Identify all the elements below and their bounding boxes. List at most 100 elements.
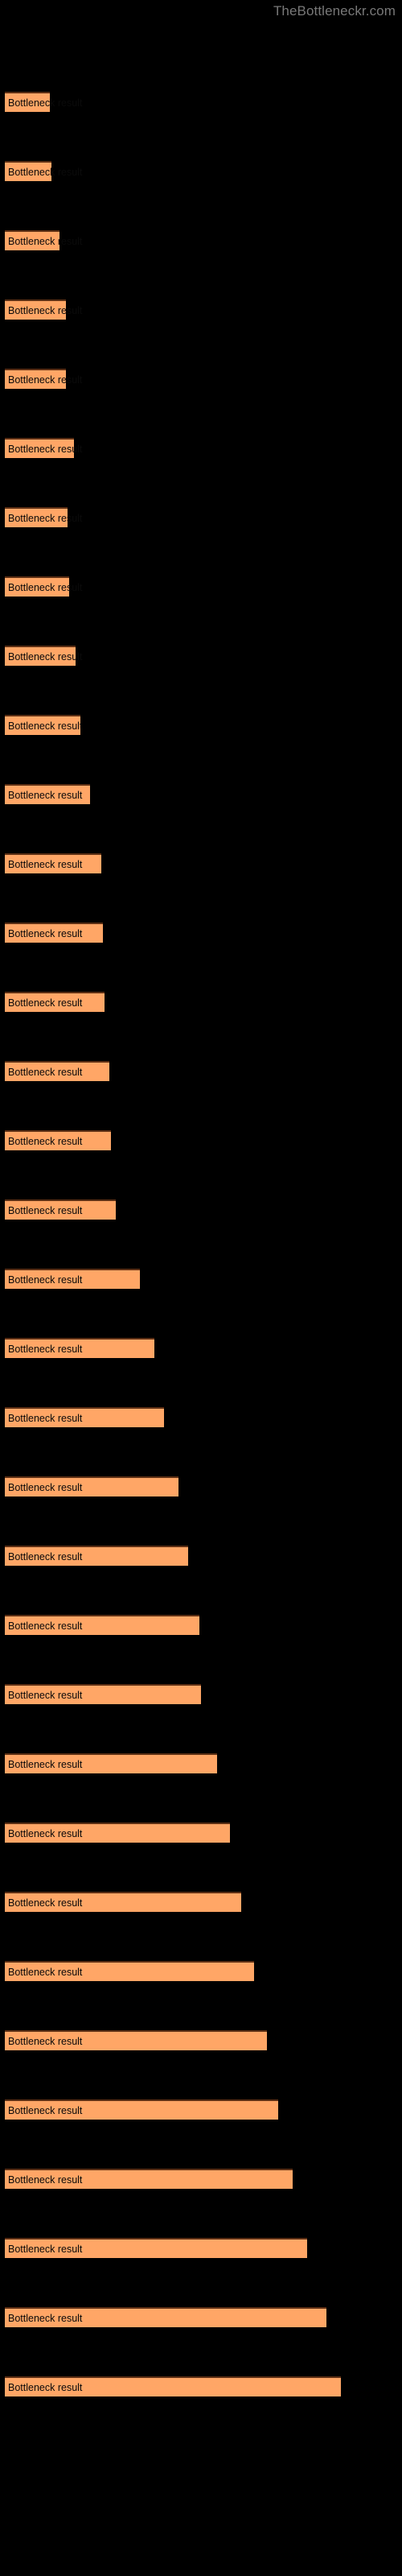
bar-row: Bottleneck result [0, 1130, 402, 1150]
bar-label: Bottleneck result [8, 235, 83, 247]
bar-row: Bottleneck result [0, 784, 402, 804]
bar-row: Bottleneck result [0, 1823, 402, 1843]
bar-label: Bottleneck result [8, 1135, 83, 1147]
chart-bar[interactable]: Bottleneck result [5, 853, 101, 873]
bar-label: Bottleneck result [8, 2312, 83, 2324]
chart-bar[interactable]: Bottleneck result [5, 1823, 230, 1843]
chart-bar[interactable]: Bottleneck result [5, 2169, 293, 2189]
chart-bar[interactable]: Bottleneck result [5, 1061, 109, 1081]
chart-bar[interactable]: Bottleneck result [5, 2307, 326, 2327]
chart-bar[interactable]: Bottleneck result [5, 1199, 116, 1220]
chart-bar[interactable]: Bottleneck result [5, 1407, 164, 1427]
chart-bar[interactable]: Bottleneck result [5, 715, 83, 735]
bar-row: Bottleneck result [0, 1546, 402, 1566]
bar-row: Bottleneck result [0, 1338, 402, 1358]
chart-bar[interactable]: Bottleneck result [5, 646, 82, 666]
bar-label: Bottleneck result [8, 2381, 83, 2393]
bar-label: Bottleneck result [8, 512, 83, 524]
bar-row: Bottleneck result [0, 230, 402, 250]
bar-row: Bottleneck result [0, 1892, 402, 1912]
bar-label: Bottleneck result [8, 1274, 83, 1286]
bar-row: Bottleneck result [0, 299, 402, 320]
bar-label: Bottleneck result [8, 1966, 83, 1978]
bar-row: Bottleneck result [0, 2238, 402, 2258]
bar-label: Bottleneck result [8, 374, 83, 386]
bar-label: Bottleneck result [8, 2104, 83, 2116]
chart-bar[interactable]: Bottleneck result [5, 1546, 188, 1566]
bar-label: Bottleneck result [8, 1481, 83, 1493]
bar-label: Bottleneck result [8, 927, 83, 939]
bar-label: Bottleneck result [8, 997, 83, 1009]
bar-row: Bottleneck result [0, 576, 402, 597]
chart-bar[interactable]: Bottleneck result [5, 2099, 278, 2120]
bar-row: Bottleneck result [0, 507, 402, 527]
chart-bar[interactable]: Bottleneck result [5, 784, 90, 804]
chart-bar[interactable]: Bottleneck result [5, 923, 103, 943]
chart-bar[interactable]: Bottleneck result [5, 1892, 241, 1912]
chart-bar[interactable]: Bottleneck result [5, 2238, 307, 2258]
bar-row: Bottleneck result [0, 161, 402, 181]
bar-row: Bottleneck result [0, 923, 402, 943]
chart-bar[interactable]: Bottleneck result [5, 1338, 154, 1358]
bar-row: Bottleneck result [0, 1476, 402, 1496]
bar-row: Bottleneck result [0, 2169, 402, 2189]
bar-row: Bottleneck result [0, 2376, 402, 2396]
bar-label: Bottleneck result [8, 2174, 83, 2186]
bar-row: Bottleneck result [0, 1684, 402, 1704]
bar-row: Bottleneck result [0, 92, 402, 112]
bottleneck-results-bar-chart: Bottleneck result Bottleneck result Bottle… [0, 0, 402, 2576]
chart-bar[interactable]: Bottleneck result [5, 992, 105, 1012]
bar-label: Bottleneck result [8, 304, 83, 316]
chart-bar[interactable]: Bottleneck result [5, 161, 82, 181]
bar-label: Bottleneck result [8, 858, 83, 870]
chart-bar[interactable]: Bottleneck result [5, 1130, 111, 1150]
bar-label: Bottleneck result [8, 1066, 83, 1078]
bar-row: Bottleneck result [0, 2099, 402, 2120]
bar-label: Bottleneck result [8, 1550, 83, 1563]
bar-row: Bottleneck result [0, 2307, 402, 2327]
chart-bar[interactable]: Bottleneck result [5, 92, 82, 112]
bar-label: Bottleneck result [8, 443, 83, 455]
bar-label: Bottleneck result [8, 2035, 83, 2047]
chart-bar[interactable]: Bottleneck result [5, 1476, 178, 1496]
bar-row: Bottleneck result [0, 1269, 402, 1289]
bar-label: Bottleneck result [8, 720, 83, 732]
chart-bar[interactable]: Bottleneck result [5, 369, 82, 389]
bar-label: Bottleneck result [8, 97, 83, 109]
chart-bar[interactable]: Bottleneck result [5, 2376, 341, 2396]
bar-row: Bottleneck result [0, 1615, 402, 1635]
chart-bar[interactable]: Bottleneck result [5, 1753, 217, 1773]
bar-label: Bottleneck result [8, 1758, 83, 1770]
bar-label: Bottleneck result [8, 1343, 83, 1355]
chart-bar[interactable]: Bottleneck result [5, 438, 82, 458]
bar-label: Bottleneck result [8, 581, 83, 593]
bar-label: Bottleneck result [8, 1689, 83, 1701]
bar-label: Bottleneck result [8, 1827, 83, 1839]
bar-row: Bottleneck result [0, 1407, 402, 1427]
bar-row: Bottleneck result [0, 1961, 402, 1981]
chart-bar[interactable]: Bottleneck result [5, 576, 82, 597]
bar-label: Bottleneck result [8, 1897, 83, 1909]
chart-bar[interactable]: Bottleneck result [5, 299, 82, 320]
bar-row: Bottleneck result [0, 438, 402, 458]
bar-label: Bottleneck result [8, 650, 83, 663]
bar-label: Bottleneck result [8, 2243, 83, 2255]
bar-row: Bottleneck result [0, 992, 402, 1012]
chart-bar[interactable]: Bottleneck result [5, 1684, 201, 1704]
chart-bar[interactable]: Bottleneck result [5, 507, 82, 527]
chart-bar[interactable]: Bottleneck result [5, 1269, 140, 1289]
bar-row: Bottleneck result [0, 1753, 402, 1773]
bar-row: Bottleneck result [0, 853, 402, 873]
bar-label: Bottleneck result [8, 166, 83, 178]
chart-bar[interactable]: Bottleneck result [5, 2030, 267, 2050]
bar-row: Bottleneck result [0, 2030, 402, 2050]
chart-bar[interactable]: Bottleneck result [5, 1961, 254, 1981]
bar-label: Bottleneck result [8, 1620, 83, 1632]
chart-bar[interactable]: Bottleneck result [5, 1615, 199, 1635]
bar-label: Bottleneck result [8, 1412, 83, 1424]
bar-label: Bottleneck result [8, 789, 83, 801]
bar-label: Bottleneck result [8, 1204, 83, 1216]
chart-bar[interactable]: Bottleneck result [5, 230, 82, 250]
bar-row: Bottleneck result [0, 369, 402, 389]
bar-row: Bottleneck result [0, 715, 402, 735]
